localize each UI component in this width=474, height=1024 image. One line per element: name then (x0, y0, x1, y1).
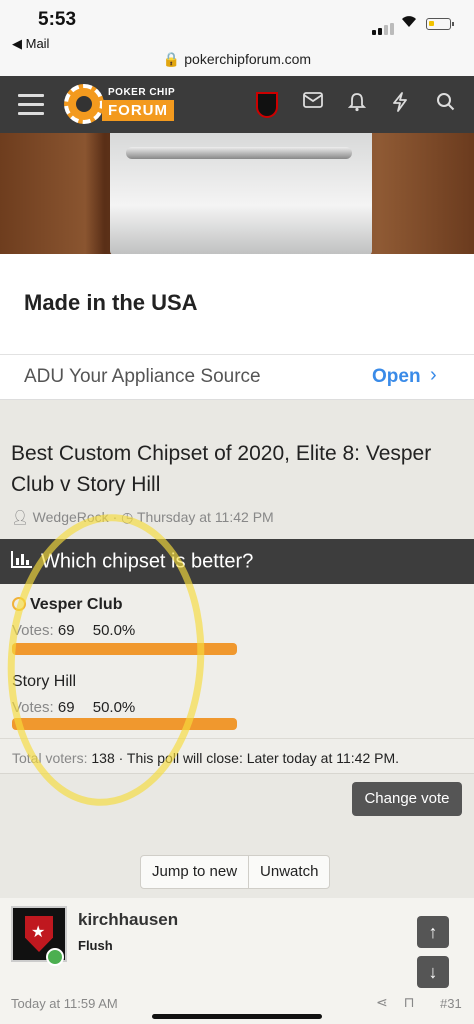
bar-chart-icon (11, 550, 33, 574)
poll-header: Which chipset is better? (0, 539, 474, 584)
bookmark-icon[interactable]: ⊓ (404, 994, 415, 1010)
poll-option-votes: Votes: 69 50.0% (12, 699, 136, 716)
poll-option-votes: Votes: 69 50.0% (12, 622, 136, 639)
back-to-mail-link[interactable]: ◀ Mail (12, 36, 49, 52)
site-logo[interactable]: POKER CHIP FORUM (64, 84, 178, 124)
clock: 5:53 (38, 9, 77, 30)
thread-date[interactable]: Thursday at 11:42 PM (137, 509, 274, 525)
battery-icon (426, 18, 454, 30)
thread-meta: 👤︎ WedgeRock · ◷ Thursday at 11:42 PM (11, 509, 274, 526)
user-icon: 👤︎ (11, 509, 29, 525)
logo-text-top: POKER CHIP (108, 87, 176, 98)
ad-open-button[interactable]: Open (372, 366, 421, 388)
status-bar: 5:53 ◀ Mail 🔒 pokerchipforum.com (0, 0, 474, 76)
voted-check-icon (12, 597, 26, 611)
site-navbar: POKER CHIP FORUM (0, 76, 474, 133)
chevron-right-icon: › (430, 364, 437, 386)
change-vote-button[interactable]: Change vote (352, 782, 462, 816)
bell-icon[interactable] (347, 92, 367, 117)
poll-option-bar (12, 718, 237, 730)
menu-icon[interactable] (18, 94, 44, 121)
separator: · (112, 509, 118, 525)
wifi-icon (400, 14, 418, 33)
post: kirchhausen Flush ↑ ↓ Today at 11:59 AM … (0, 898, 474, 1024)
poll-question: Which chipset is better? (41, 550, 254, 573)
poll-results: Vesper Club Votes: 69 50.0% Story Hill V… (0, 584, 474, 774)
ad-image[interactable] (0, 133, 474, 254)
poll-footer: Total voters: 138 · This poll will close… (12, 750, 400, 766)
jump-to-new-button[interactable]: Jump to new (141, 856, 248, 888)
logo-text-bottom: FORUM (102, 100, 174, 121)
scroll-down-icon[interactable]: ↓ (417, 956, 449, 988)
share-icon[interactable]: ⋖ (376, 994, 388, 1010)
post-date[interactable]: Today at 11:59 AM (11, 996, 118, 1011)
search-icon[interactable] (436, 92, 455, 116)
thread-action-buttons: Jump to new Unwatch (140, 855, 331, 889)
online-status-icon (46, 948, 64, 966)
user-avatar[interactable] (256, 92, 278, 118)
poll-option-bar (12, 643, 237, 655)
whats-new-bolt-icon[interactable] (392, 92, 408, 117)
scroll-up-icon[interactable]: ↑ (417, 916, 449, 948)
post-username[interactable]: kirchhausen (78, 910, 178, 930)
cellular-signal-icon (372, 17, 396, 35)
appliance-handle (126, 147, 352, 159)
thread-author-link[interactable]: WedgeRock (33, 509, 109, 525)
ad-card[interactable]: Made in the USA ADU Your Appliance Sourc… (0, 254, 474, 400)
post-number[interactable]: #31 (440, 996, 462, 1011)
divider (0, 738, 474, 739)
home-indicator (152, 1014, 322, 1019)
clock-icon: ◷ (121, 509, 134, 525)
inbox-icon[interactable] (303, 92, 323, 113)
user-title: Flush (78, 938, 113, 953)
poll-option-name: Story Hill (12, 673, 77, 690)
post-actions: ⋖ ⊓ (376, 994, 415, 1011)
lock-icon: 🔒 (162, 51, 181, 67)
url-text: pokerchipforum.com (184, 51, 312, 67)
poker-chip-logo-icon (64, 84, 104, 124)
ad-source: ADU Your Appliance Source (24, 366, 261, 387)
divider (0, 354, 474, 355)
address-bar[interactable]: 🔒 pokerchipforum.com (0, 51, 474, 68)
unwatch-button[interactable]: Unwatch (248, 856, 329, 888)
thread-title: Best Custom Chipset of 2020, Elite 8: Ve… (11, 442, 432, 496)
poll-option-name: Vesper Club (12, 596, 122, 614)
ad-headline: Made in the USA (24, 290, 198, 315)
